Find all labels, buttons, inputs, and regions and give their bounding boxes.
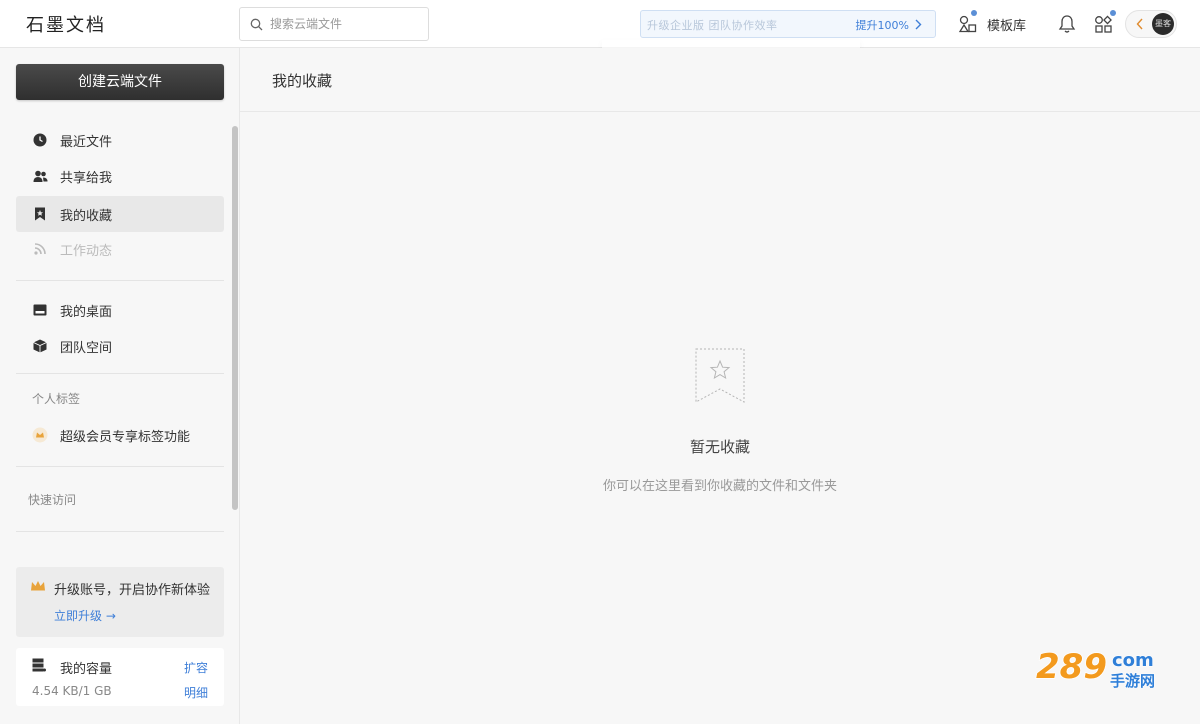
page-title: 我的收藏	[272, 72, 333, 90]
sidebar-item-label: 我的收藏	[60, 208, 113, 224]
sidebar-item-recent[interactable]: 最近文件	[16, 122, 224, 158]
sidebar-item-shared[interactable]: 共享给我	[16, 158, 224, 194]
upgrade-title: 升级账号，开启协作新体验	[54, 583, 211, 598]
storage-usage: 4.54 KB/1 GB	[32, 684, 112, 698]
sidebar: 创建云端文件 最近文件 共享给我 我的收藏 工作动态 我的桌面 团队空间 个人标…	[0, 48, 240, 724]
empty-state-description: 你可以在这里看到你收藏的文件和文件夹	[602, 479, 837, 494]
upgrade-now-link[interactable]: 立即升级 →	[54, 607, 116, 624]
svg-text:com: com	[1112, 650, 1154, 671]
notification-dot	[1110, 10, 1116, 16]
crown-icon	[31, 581, 45, 591]
empty-state-title: 暂无收藏	[689, 438, 750, 456]
bell-icon[interactable]	[1058, 14, 1076, 34]
sidebar-item-vip-tags[interactable]: 超级会员专享标签功能	[16, 417, 224, 453]
people-icon	[32, 168, 48, 184]
template-icon	[958, 15, 977, 33]
sidebar-item-label: 共享给我	[60, 170, 113, 186]
chevron-left-icon	[1136, 18, 1143, 30]
quick-access-heading: 快速访问	[28, 493, 77, 507]
expand-storage-link[interactable]: 扩容	[184, 659, 208, 676]
search-box[interactable]	[239, 7, 429, 41]
main-content: 我的收藏 暂无收藏 你可以在这里看到你收藏的文件和文件夹	[240, 48, 1200, 724]
personal-tags-heading: 个人标签	[32, 392, 81, 406]
divider	[16, 466, 224, 467]
sidebar-item-label: 我的桌面	[60, 304, 113, 320]
sidebar-item-team-space[interactable]: 团队空间	[16, 328, 224, 364]
sidebar-item-label: 工作动态	[60, 243, 113, 259]
apps-icon	[1095, 15, 1112, 33]
bookmark-icon	[32, 206, 48, 222]
divider	[16, 373, 224, 374]
create-cloud-file-button[interactable]: 创建云端文件	[16, 64, 224, 100]
sidebar-item-desktop[interactable]: 我的桌面	[16, 292, 224, 328]
sidebar-item-label: 最近文件	[60, 134, 113, 150]
upgrade-card: 升级账号，开启协作新体验 立即升级 →	[16, 567, 224, 637]
storage-icon	[32, 658, 46, 672]
sidebar-item-label: 团队空间	[60, 340, 113, 356]
app-logo[interactable]: 石墨文档	[26, 11, 106, 37]
cube-icon	[32, 338, 48, 354]
sidebar-item-activity[interactable]: 工作动态	[16, 231, 224, 267]
svg-text:289: 289	[1036, 647, 1107, 687]
vip-badge-icon	[32, 427, 48, 443]
template-library-button[interactable]: 模板库	[958, 10, 1027, 36]
apps-button[interactable]	[1094, 10, 1116, 39]
search-input[interactable]	[270, 14, 420, 34]
clock-icon	[32, 132, 48, 148]
promo-banner[interactable]: 升级企业版 团队协作效率 提升100%	[640, 10, 936, 38]
divider	[16, 531, 224, 532]
sidebar-scrollbar[interactable]	[232, 126, 238, 510]
template-library-label: 模板库	[987, 18, 1027, 34]
site-watermark-logo: 289 com 手游网	[1035, 646, 1155, 688]
sidebar-item-label: 超级会员专享标签功能	[60, 429, 191, 445]
storage-card: 我的容量 扩容 4.54 KB/1 GB 明细	[16, 648, 224, 706]
search-icon	[250, 18, 263, 31]
user-menu[interactable]: 墨客	[1125, 10, 1177, 38]
rss-icon	[32, 241, 48, 257]
desktop-icon	[32, 302, 48, 318]
storage-title: 我的容量	[60, 662, 113, 677]
empty-bookmark-icon	[695, 348, 745, 403]
page-header: 我的收藏	[240, 48, 1200, 112]
chevron-right-icon	[915, 19, 922, 30]
notification-dot	[971, 10, 977, 16]
divider	[16, 280, 224, 281]
svg-text:手游网: 手游网	[1110, 672, 1155, 688]
avatar[interactable]: 墨客	[1152, 13, 1174, 35]
promo-cta[interactable]: 提升100%	[853, 17, 909, 33]
promo-text: 升级企业版 团队协作效率	[647, 19, 778, 32]
storage-detail-link[interactable]: 明细	[184, 684, 208, 701]
top-bar: 石墨文档 升级企业版 团队协作效率 提升100% 模板库	[0, 0, 1200, 48]
sidebar-item-favorites[interactable]: 我的收藏	[16, 196, 224, 232]
